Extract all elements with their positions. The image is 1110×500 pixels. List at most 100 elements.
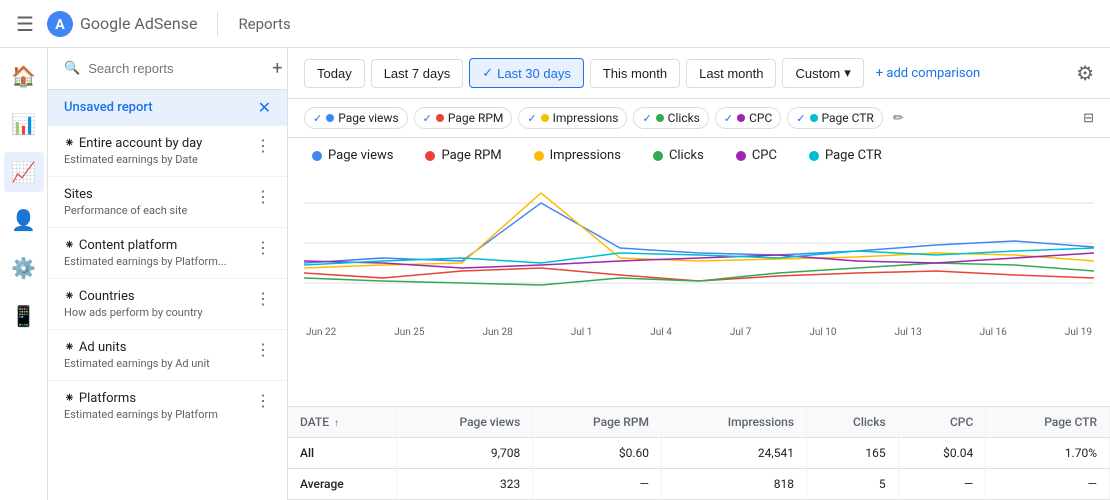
filter-this-month[interactable]: This month xyxy=(590,59,680,88)
sidebar-item-sites[interactable]: Sites Performance of each site ⋮ xyxy=(48,176,287,227)
chip-clicks[interactable]: ✓ Clicks xyxy=(633,107,708,129)
filter-last7days[interactable]: Last 7 days xyxy=(371,59,464,88)
sidebar-item-icon-4: ⁕ xyxy=(64,340,75,355)
logo-text: Google AdSense xyxy=(80,14,198,33)
sidebar-item-desc-5: Estimated earnings by Platform xyxy=(64,408,255,421)
page-title: Reports xyxy=(238,15,290,33)
sidebar-item-ad-units[interactable]: ⁕ Ad units Estimated earnings by Ad unit… xyxy=(48,329,287,380)
left-icon-nav: 🏠 📊 📈 👤 ⚙️ 📱 xyxy=(0,48,48,500)
sidebar-item-entire-account[interactable]: ⁕ Entire account by day Estimated earnin… xyxy=(48,125,287,176)
edit-metrics-icon[interactable]: ✏ xyxy=(893,111,904,126)
legend-dot-clicks xyxy=(653,151,663,161)
chip-dot-clicks xyxy=(656,114,664,122)
chip-page-ctr[interactable]: ✓ Page CTR xyxy=(787,107,883,129)
active-report-item[interactable]: Unsaved report ✕ xyxy=(48,90,287,125)
check-icon-page-rpm: ✓ xyxy=(423,112,432,125)
sidebar-item-desc-0: Estimated earnings by Date xyxy=(64,153,255,166)
chip-dot-page-views xyxy=(326,114,334,122)
sidebar-item-platforms[interactable]: ⁕ Platforms Estimated earnings by Platfo… xyxy=(48,380,287,431)
filter-last-month[interactable]: Last month xyxy=(686,59,776,88)
sidebar-item-more-3[interactable]: ⋮ xyxy=(255,289,271,308)
legend-clicks: Clicks xyxy=(653,148,704,163)
sidebar-item-more-5[interactable]: ⋮ xyxy=(255,391,271,410)
x-label-3: Jul 1 xyxy=(571,327,593,338)
nav-divider xyxy=(217,12,218,36)
filter-today[interactable]: Today xyxy=(304,59,365,88)
col-header-cpc: CPC xyxy=(898,407,986,438)
check-icon-cpc: ✓ xyxy=(724,112,733,125)
cell-cpc-average: — xyxy=(898,469,986,500)
hamburger-icon[interactable]: ☰ xyxy=(16,12,34,36)
chip-cpc[interactable]: ✓ CPC xyxy=(715,107,781,129)
legend-page-rpm: Page RPM xyxy=(425,148,501,163)
chip-dot-impressions xyxy=(541,114,549,122)
col-header-date[interactable]: DATE ↑ xyxy=(288,407,396,438)
x-label-5: Jul 7 xyxy=(730,327,752,338)
top-navigation: ☰ A Google AdSense Reports xyxy=(0,0,1110,48)
check-icon: ✓ xyxy=(482,65,493,81)
cell-clicks-all: 165 xyxy=(807,438,899,469)
logo: A Google AdSense xyxy=(46,10,198,38)
x-label-7: Jul 13 xyxy=(895,327,922,338)
legend-label-page-ctr: Page CTR xyxy=(825,148,882,163)
cell-page-rpm-all: $0.60 xyxy=(533,438,662,469)
cell-cpc-all: $0.04 xyxy=(898,438,986,469)
legend-cpc: CPC xyxy=(736,148,777,163)
chip-label-page-ctr: Page CTR xyxy=(822,111,874,125)
chip-label-impressions: Impressions xyxy=(553,111,619,125)
chip-label-clicks: Clicks xyxy=(668,111,700,125)
cell-page-rpm-average: — xyxy=(533,469,662,500)
sidebar-item-countries[interactable]: ⁕ Countries How ads perform by country ⋮ xyxy=(48,278,287,329)
nav-icon-user[interactable]: 👤 xyxy=(4,200,44,240)
data-table: DATE ↑ Page views Page RPM Impressions C… xyxy=(288,406,1110,500)
chip-page-rpm[interactable]: ✓ Page RPM xyxy=(414,107,513,129)
x-label-4: Jul 4 xyxy=(650,327,672,338)
sidebar-item-more-4[interactable]: ⋮ xyxy=(255,340,271,359)
chevron-down-icon: ▾ xyxy=(844,65,851,81)
legend-dot-page-views xyxy=(312,151,322,161)
legend-impressions: Impressions xyxy=(534,148,621,163)
chip-page-views[interactable]: ✓ Page views xyxy=(304,107,408,129)
search-input[interactable] xyxy=(88,61,264,76)
legend-label-clicks: Clicks xyxy=(669,148,704,163)
chart-section: ✓ Page views ✓ Page RPM ✓ Impressions ✓ xyxy=(288,99,1110,500)
sidebar-item-more-2[interactable]: ⋮ xyxy=(255,238,271,257)
legend-dot-page-rpm xyxy=(425,151,435,161)
check-icon-page-ctr: ✓ xyxy=(796,112,805,125)
nav-icon-settings[interactable]: ⚙️ xyxy=(4,248,44,288)
legend-dot-cpc xyxy=(736,151,746,161)
cell-page-ctr-average: — xyxy=(986,469,1110,500)
sidebar-item-content-platform[interactable]: ⁕ Content platform Estimated earnings by… xyxy=(48,227,287,278)
cell-impressions-average: 818 xyxy=(661,469,806,500)
chip-impressions[interactable]: ✓ Impressions xyxy=(518,107,627,129)
sidebar-item-icon-5: ⁕ xyxy=(64,391,75,406)
filter-custom[interactable]: Custom ▾ xyxy=(782,58,863,88)
sidebar-item-more-0[interactable]: ⋮ xyxy=(255,136,271,155)
nav-icon-mobile[interactable]: 📱 xyxy=(4,296,44,336)
settings-icon[interactable]: ⚙ xyxy=(1076,61,1094,85)
sidebar-item-name-3: Countries xyxy=(79,289,135,304)
sidebar-item-more-1[interactable]: ⋮ xyxy=(255,187,271,206)
col-header-impressions: Impressions xyxy=(661,407,806,438)
nav-icon-analytics[interactable]: 📈 xyxy=(4,152,44,192)
sidebar-item-icon-3: ⁕ xyxy=(64,289,75,304)
sidebar-search-bar[interactable]: 🔍 + xyxy=(48,48,287,90)
sidebar-item-icon-2: ⁕ xyxy=(64,238,75,253)
x-label-0: Jun 22 xyxy=(306,327,336,338)
x-label-1: Jun 25 xyxy=(394,327,424,338)
main-content-area: Today Last 7 days ✓ Last 30 days This mo… xyxy=(288,48,1110,500)
nav-icon-home[interactable]: 🏠 xyxy=(4,56,44,96)
filter-last30days[interactable]: ✓ Last 30 days xyxy=(469,58,584,88)
add-report-button[interactable]: + xyxy=(272,58,282,79)
legend-page-ctr: Page CTR xyxy=(809,148,882,163)
nav-icon-reports[interactable]: 📊 xyxy=(4,104,44,144)
sidebar-item-name-5: Platforms xyxy=(79,391,136,406)
filter-icon[interactable]: ⊟ xyxy=(1083,111,1094,126)
chip-dot-page-rpm xyxy=(436,114,444,122)
cell-page-views-average: 323 xyxy=(396,469,532,500)
legend-label-impressions: Impressions xyxy=(550,148,621,163)
add-comparison-button[interactable]: + add comparison xyxy=(876,66,980,81)
main-layout: 🏠 📊 📈 👤 ⚙️ 📱 🔍 + Unsaved report ✕ ⁕ Enti… xyxy=(0,48,1110,500)
col-header-clicks: Clicks xyxy=(807,407,899,438)
close-report-button[interactable]: ✕ xyxy=(258,98,271,117)
